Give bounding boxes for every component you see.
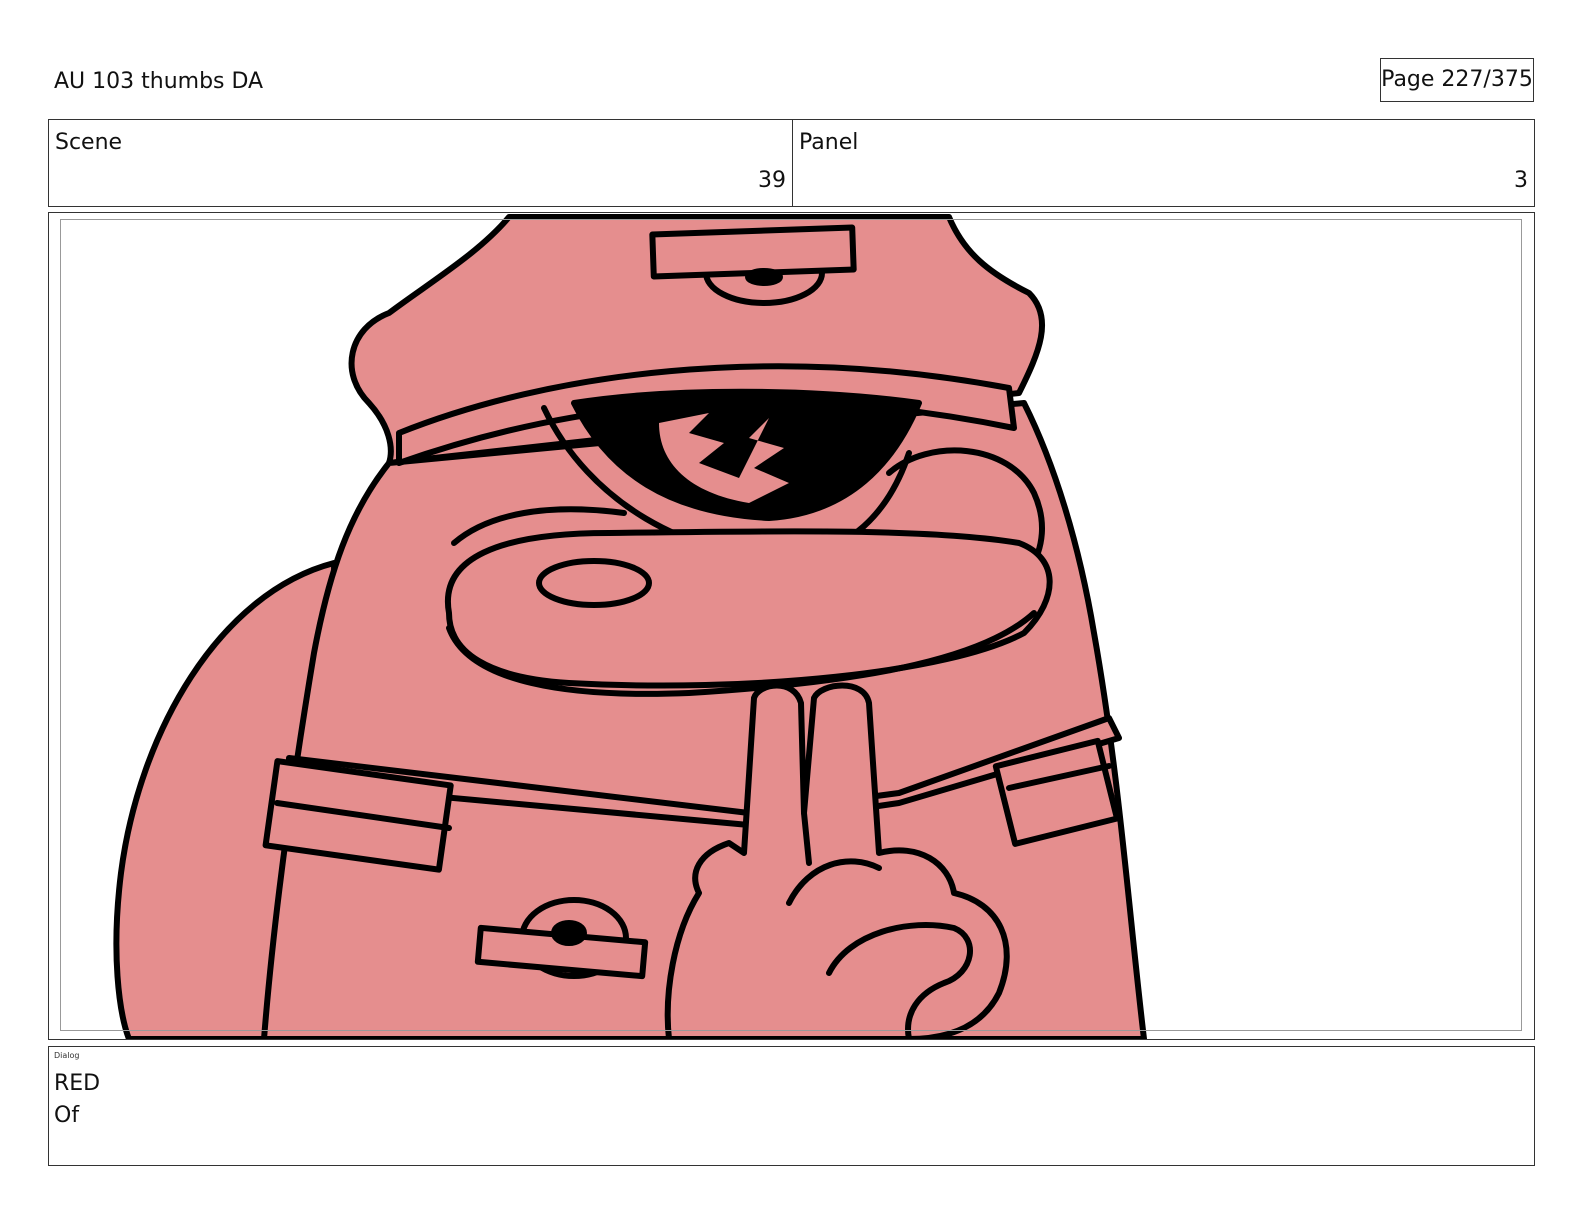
panel-number: 3 [1514, 168, 1528, 193]
storyboard-drawing [113, 214, 1147, 1039]
dialog-line: RED [54, 1071, 101, 1096]
scene-cell: Scene 39 [49, 120, 793, 206]
hood-emblem-bar [649, 224, 857, 280]
document-title: AU 103 thumbs DA [54, 69, 264, 94]
panel-label: Panel [799, 130, 859, 155]
dialog-label: Dialog [54, 1051, 80, 1060]
page-indicator: Page 227/375 [1380, 58, 1534, 102]
body-badge-dot [551, 920, 587, 946]
panel-cell: Panel 3 [793, 120, 1534, 206]
character-illustration [113, 214, 1147, 1039]
storyboard-frame [48, 212, 1535, 1040]
snout-nostril [536, 558, 652, 608]
hood-emblem-dot [745, 268, 783, 286]
scene-panel-info-row: Scene 39 Panel 3 [48, 119, 1535, 207]
dialog-line: Of [54, 1103, 80, 1128]
dialog-box: Dialog RED Of [48, 1046, 1535, 1166]
scene-number: 39 [758, 168, 786, 193]
scene-label: Scene [55, 130, 123, 155]
